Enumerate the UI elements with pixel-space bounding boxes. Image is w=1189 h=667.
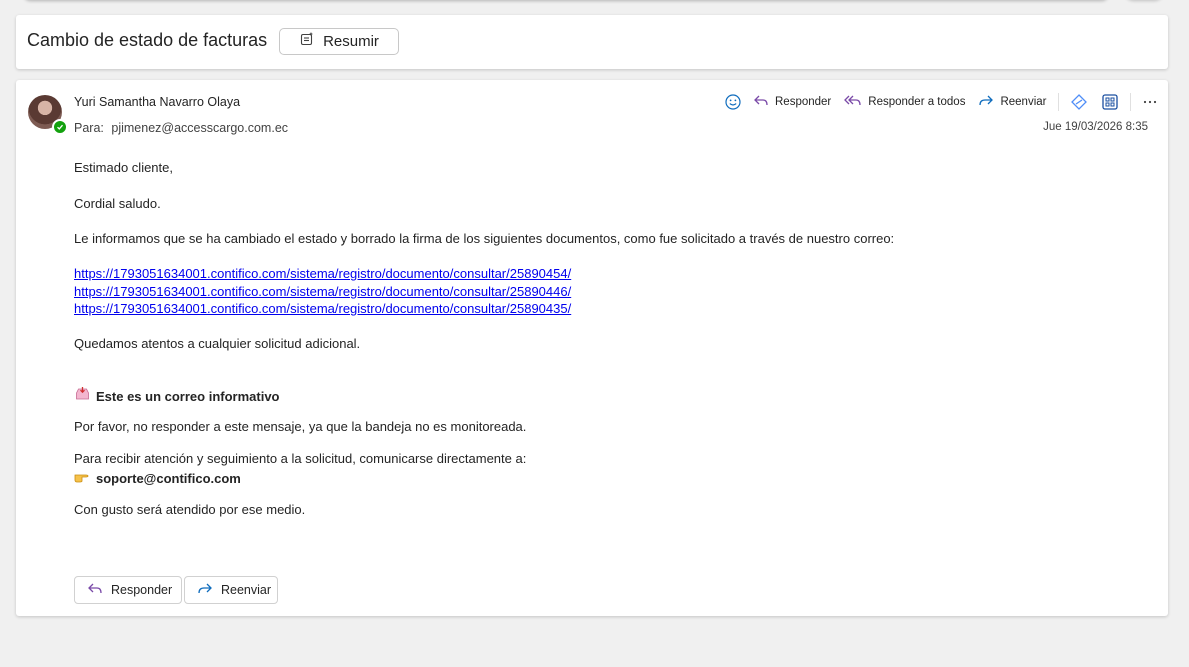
to-address[interactable]: pjimenez@accesscargo.com.ec — [111, 121, 288, 135]
forward-button[interactable]: Reenviar — [978, 94, 1046, 111]
footer-reply-label: Responder — [111, 583, 173, 597]
body-salutation: Cordial saludo. — [74, 196, 161, 211]
footer-forward-button[interactable]: Reenviar — [184, 576, 278, 604]
emoji-reaction-icon[interactable] — [724, 93, 742, 111]
more-options-icon[interactable] — [1142, 94, 1158, 110]
body-greeting: Estimado cliente, — [74, 160, 173, 175]
footer-reply-button[interactable]: Responder — [74, 576, 182, 604]
summarize-icon — [299, 31, 315, 52]
reply-all-icon — [844, 94, 862, 111]
document-link[interactable]: https://1793051634001.contifico.com/sist… — [74, 266, 571, 281]
document-link[interactable]: https://1793051634001.contifico.com/sist… — [74, 301, 571, 316]
footer-forward-label: Reenviar — [221, 583, 272, 597]
reply-icon — [87, 582, 103, 599]
reply-all-label: Responder a todos — [868, 96, 966, 108]
message-date: Jue 19/03/2026 8:35 — [1043, 121, 1148, 133]
reply-icon — [753, 94, 769, 111]
reply-button[interactable]: Responder — [753, 94, 831, 111]
forward-label: Reenviar — [1000, 96, 1047, 108]
notice-title: Este es un correo informativo — [96, 389, 280, 404]
apps-icon[interactable] — [1101, 93, 1119, 111]
contact-email[interactable]: soporte@contifico.com — [96, 471, 241, 486]
presence-available-icon — [52, 119, 68, 135]
inbox-tray-icon — [74, 386, 90, 404]
to-label: Para: — [74, 121, 104, 135]
reply-all-button[interactable]: Responder a todos — [844, 94, 965, 111]
forward-icon — [197, 582, 213, 599]
message-actions: Responder Responder a todos Reenviar — [724, 92, 1158, 112]
forward-icon — [978, 94, 994, 111]
actions-divider — [1058, 93, 1060, 111]
summarize-label: Resumir — [323, 33, 379, 50]
body-closing: Quedamos atentos a cualquier solicitud a… — [74, 336, 361, 351]
document-link[interactable]: https://1793051634001.contifico.com/sist… — [74, 284, 571, 299]
subject-title: Cambio de estado de facturas — [27, 30, 268, 50]
body-final: Con gusto será atendido por ese medio. — [74, 502, 306, 517]
contact-text: Para recibir atención y seguimiento a la… — [74, 451, 527, 466]
notice-heading: Este es un correo informativo — [74, 386, 280, 404]
notice-text: Por favor, no responder a este mensaje, … — [74, 419, 527, 434]
pointing-hand-icon — [74, 469, 90, 486]
body-intro: Le informamos que se ha cambiado el esta… — [74, 231, 895, 246]
message-card: Yuri Samantha Navarro Olaya Para: pjimen… — [16, 80, 1168, 616]
actions-divider-2 — [1130, 93, 1132, 111]
sender-name[interactable]: Yuri Samantha Navarro Olaya — [74, 95, 240, 109]
reply-label: Responder — [775, 96, 832, 108]
contact-line: soporte@contifico.com — [74, 469, 241, 486]
recipients-line: Para: pjimenez@accesscargo.com.ec — [74, 121, 288, 135]
subject-header: Cambio de estado de facturas Resumir — [16, 15, 1168, 69]
summarize-button[interactable]: Resumir — [279, 28, 399, 55]
loop-icon[interactable] — [1070, 93, 1088, 111]
